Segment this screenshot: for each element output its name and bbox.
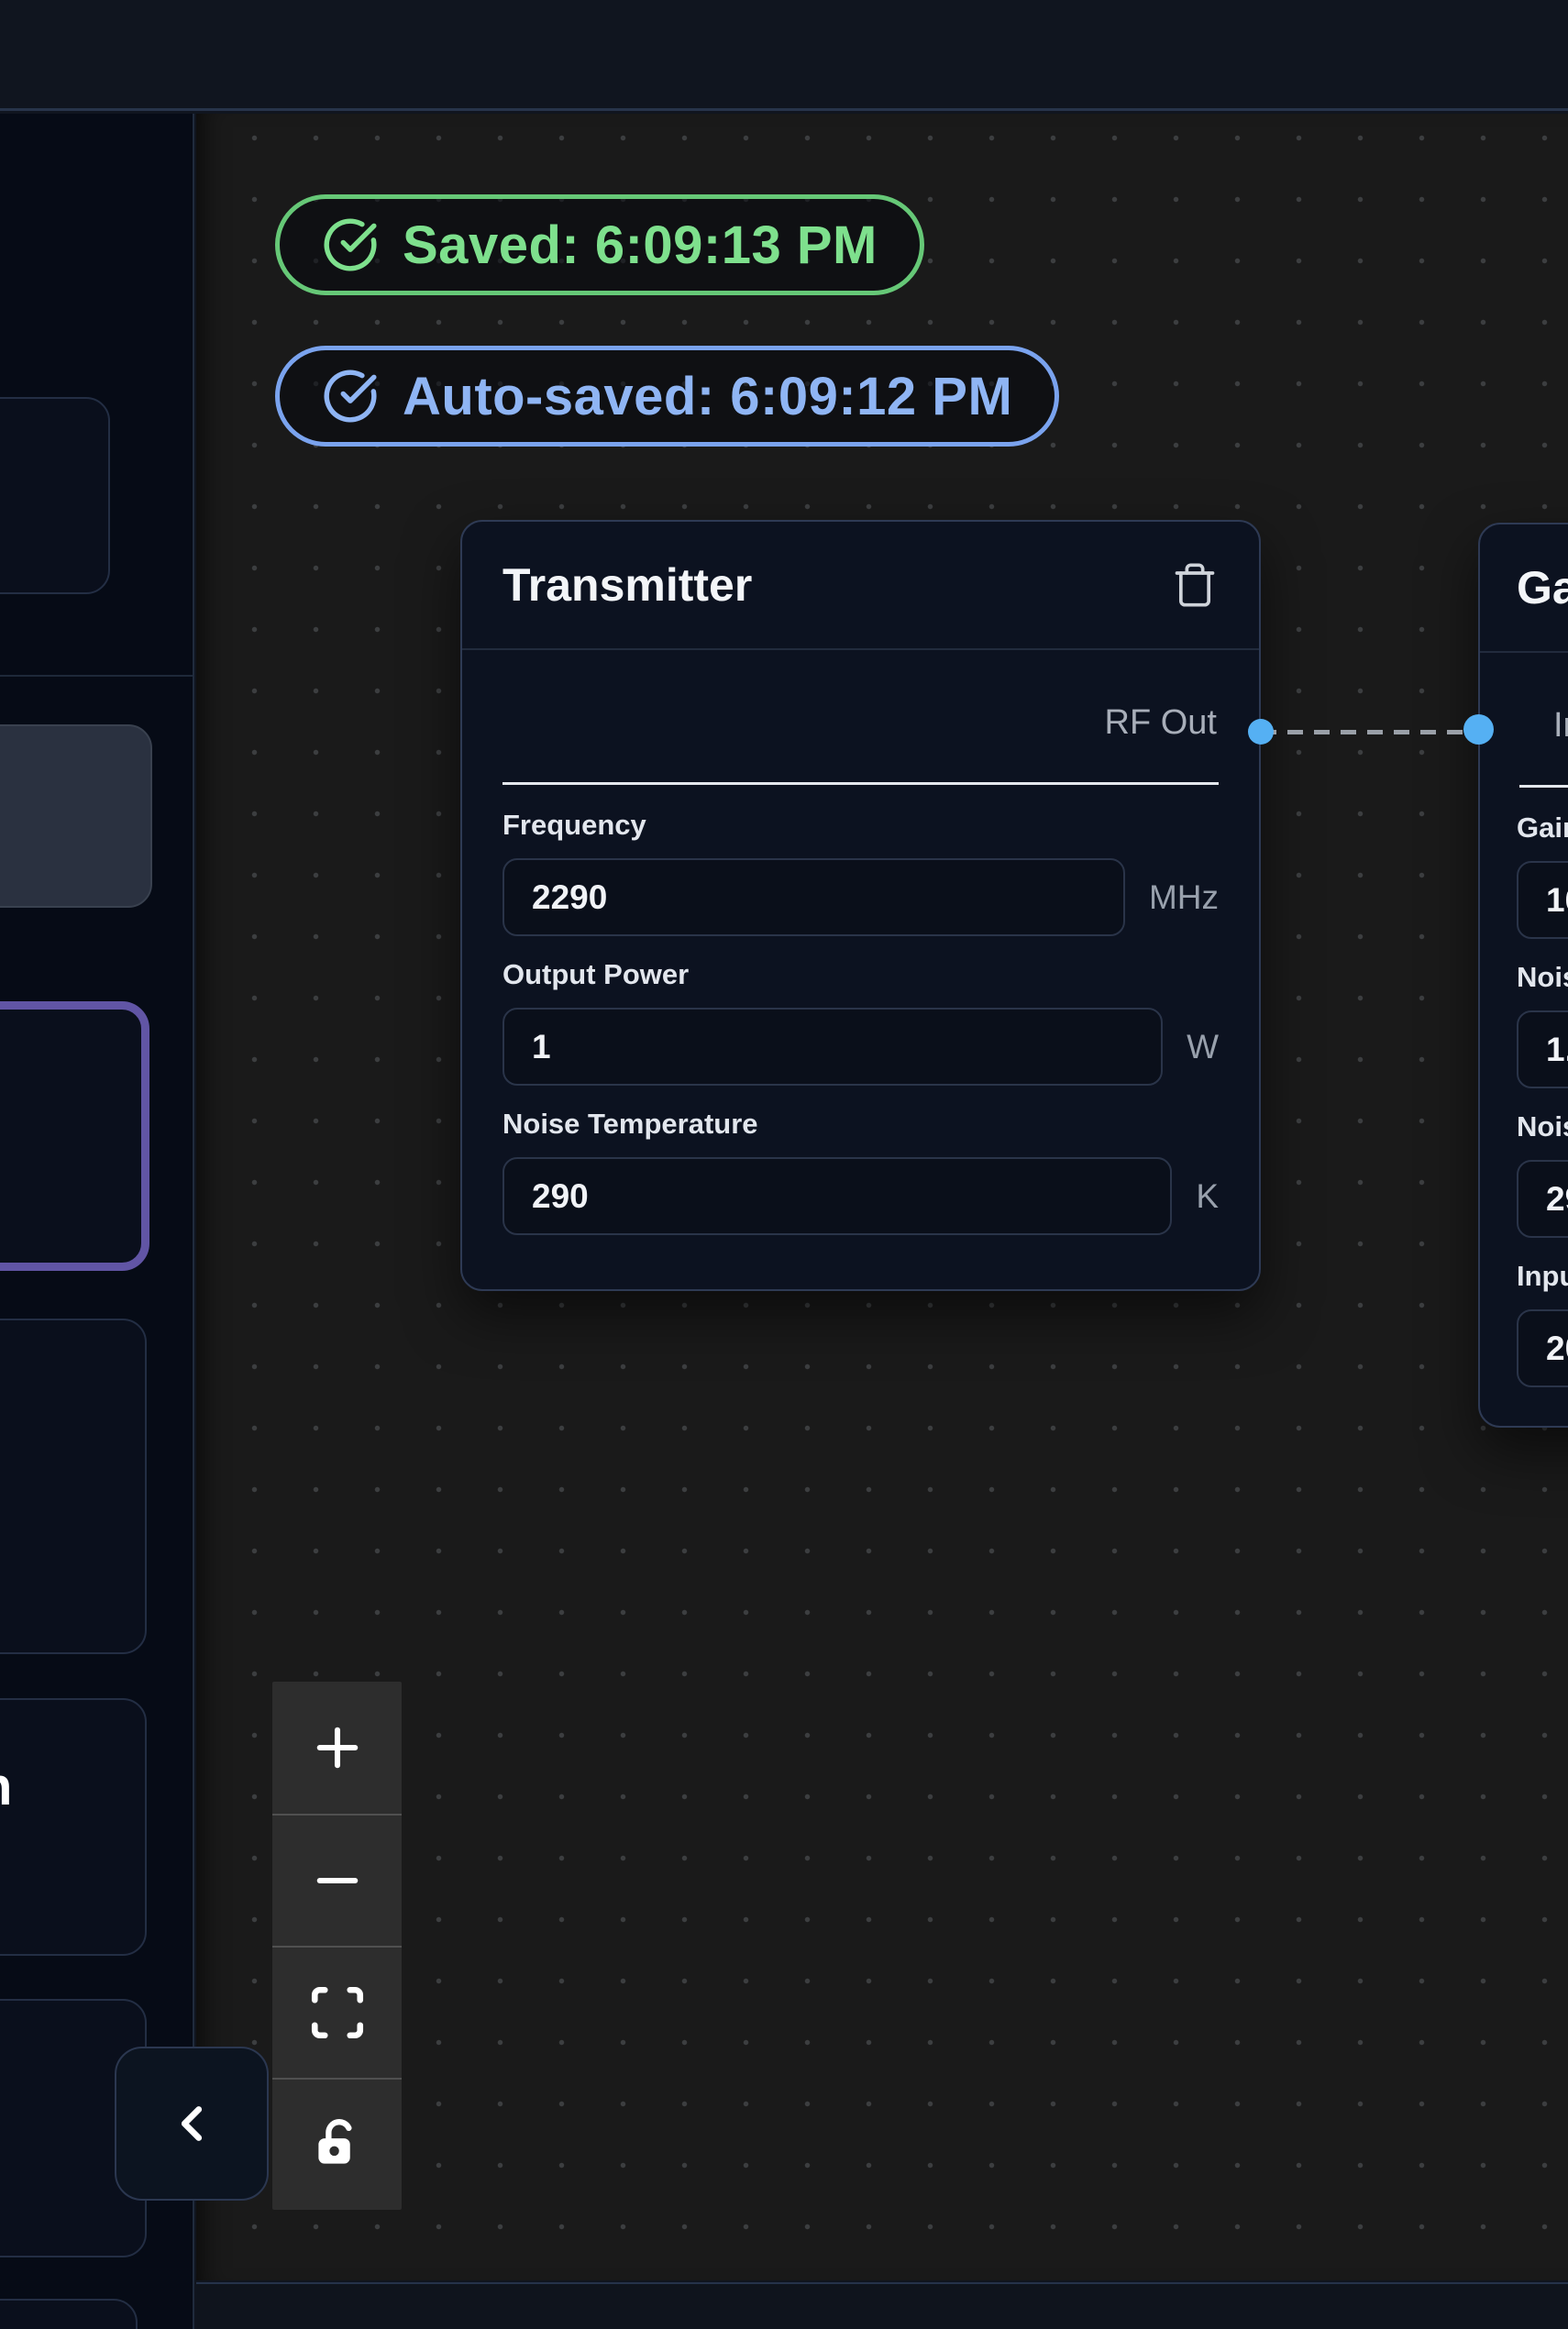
check-circle-icon	[322, 368, 379, 425]
field-label: Frequency	[502, 809, 1219, 842]
transmitter-node[interactable]: Transmitter RF Out Frequency MHz Output …	[460, 520, 1261, 1291]
node-title: Gain	[1517, 561, 1568, 614]
field-label: Noise Temperature	[1517, 1110, 1568, 1143]
zoom-in-button[interactable]	[272, 1682, 402, 1814]
check-circle-icon	[322, 216, 379, 273]
connection-edge[interactable]	[1261, 730, 1478, 734]
gain-node-header[interactable]: Gain	[1480, 524, 1568, 653]
autosaved-status-badge: Auto-saved: 6:09:12 PM	[275, 346, 1059, 447]
gain-node[interactable]: Gain In Gain Noise Figure Noise Temperat…	[1478, 523, 1568, 1428]
field-unit: MHz	[1149, 878, 1219, 917]
lock-open-icon	[307, 2114, 368, 2175]
sidebar-card-text-fragment: n	[0, 1761, 12, 1814]
noise-temperature-input[interactable]	[502, 1157, 1172, 1235]
field-label: Output Power	[502, 958, 1219, 991]
zoom-out-button[interactable]	[272, 1814, 402, 1946]
autosaved-status-label: Auto-saved: 6:09:12 PM	[403, 366, 1012, 427]
chevron-left-icon	[163, 2095, 220, 2152]
fit-view-icon	[307, 1982, 368, 2043]
node-title: Transmitter	[502, 558, 752, 612]
input-power-input[interactable]	[1517, 1309, 1568, 1387]
noise-figure-input[interactable]	[1517, 1010, 1568, 1088]
saved-status-badge: Saved: 6:09:13 PM	[275, 194, 924, 295]
rf-out-port-label: RF Out	[1105, 703, 1217, 743]
field-unit: K	[1196, 1177, 1219, 1216]
rf-out-port-row: RF Out	[462, 703, 1259, 742]
trash-icon	[1171, 561, 1219, 609]
node-separator	[1519, 785, 1568, 788]
sidebar-card[interactable]	[0, 1319, 147, 1654]
output-power-input[interactable]	[502, 1008, 1163, 1086]
sidebar-card[interactable]: n	[0, 1698, 147, 1956]
in-port[interactable]	[1463, 714, 1494, 745]
field-label: Noise Temperature	[502, 1108, 1219, 1141]
field-label: Input Power	[1517, 1260, 1568, 1293]
minus-icon	[307, 1850, 368, 1911]
sidebar-collapse-button[interactable]	[115, 2047, 269, 2201]
lock-toggle-button[interactable]	[272, 2078, 402, 2210]
transmitter-node-header[interactable]: Transmitter	[462, 522, 1259, 650]
field-label: Noise Figure	[1517, 961, 1568, 994]
gain-input[interactable]	[1517, 861, 1568, 939]
sidebar-card-highlighted[interactable]	[0, 1001, 149, 1271]
sidebar-card[interactable]	[0, 397, 110, 594]
fit-view-button[interactable]	[272, 1946, 402, 2078]
node-separator	[502, 782, 1219, 785]
sidebar-card-selected[interactable]	[0, 724, 152, 908]
field-label: Gain	[1517, 811, 1568, 844]
in-port-label: In	[1553, 706, 1568, 745]
delete-node-button[interactable]	[1171, 561, 1219, 609]
sidebar-panel: n	[0, 114, 194, 2329]
sidebar-card[interactable]	[0, 2299, 138, 2329]
plus-icon	[307, 1717, 368, 1778]
field-unit: W	[1187, 1028, 1219, 1066]
canvas-controls	[272, 1682, 402, 2210]
bottom-bar	[196, 2282, 1568, 2329]
frequency-input[interactable]	[502, 858, 1125, 936]
noise-temperature-input[interactable]	[1517, 1160, 1568, 1238]
app-window: n Saved: 6:09:13 PM Auto-saved: 6:09:12 …	[0, 0, 1568, 2329]
top-bar	[0, 0, 1568, 111]
rf-out-port[interactable]	[1248, 719, 1274, 745]
saved-status-label: Saved: 6:09:13 PM	[403, 215, 878, 276]
sidebar-divider	[0, 675, 193, 677]
